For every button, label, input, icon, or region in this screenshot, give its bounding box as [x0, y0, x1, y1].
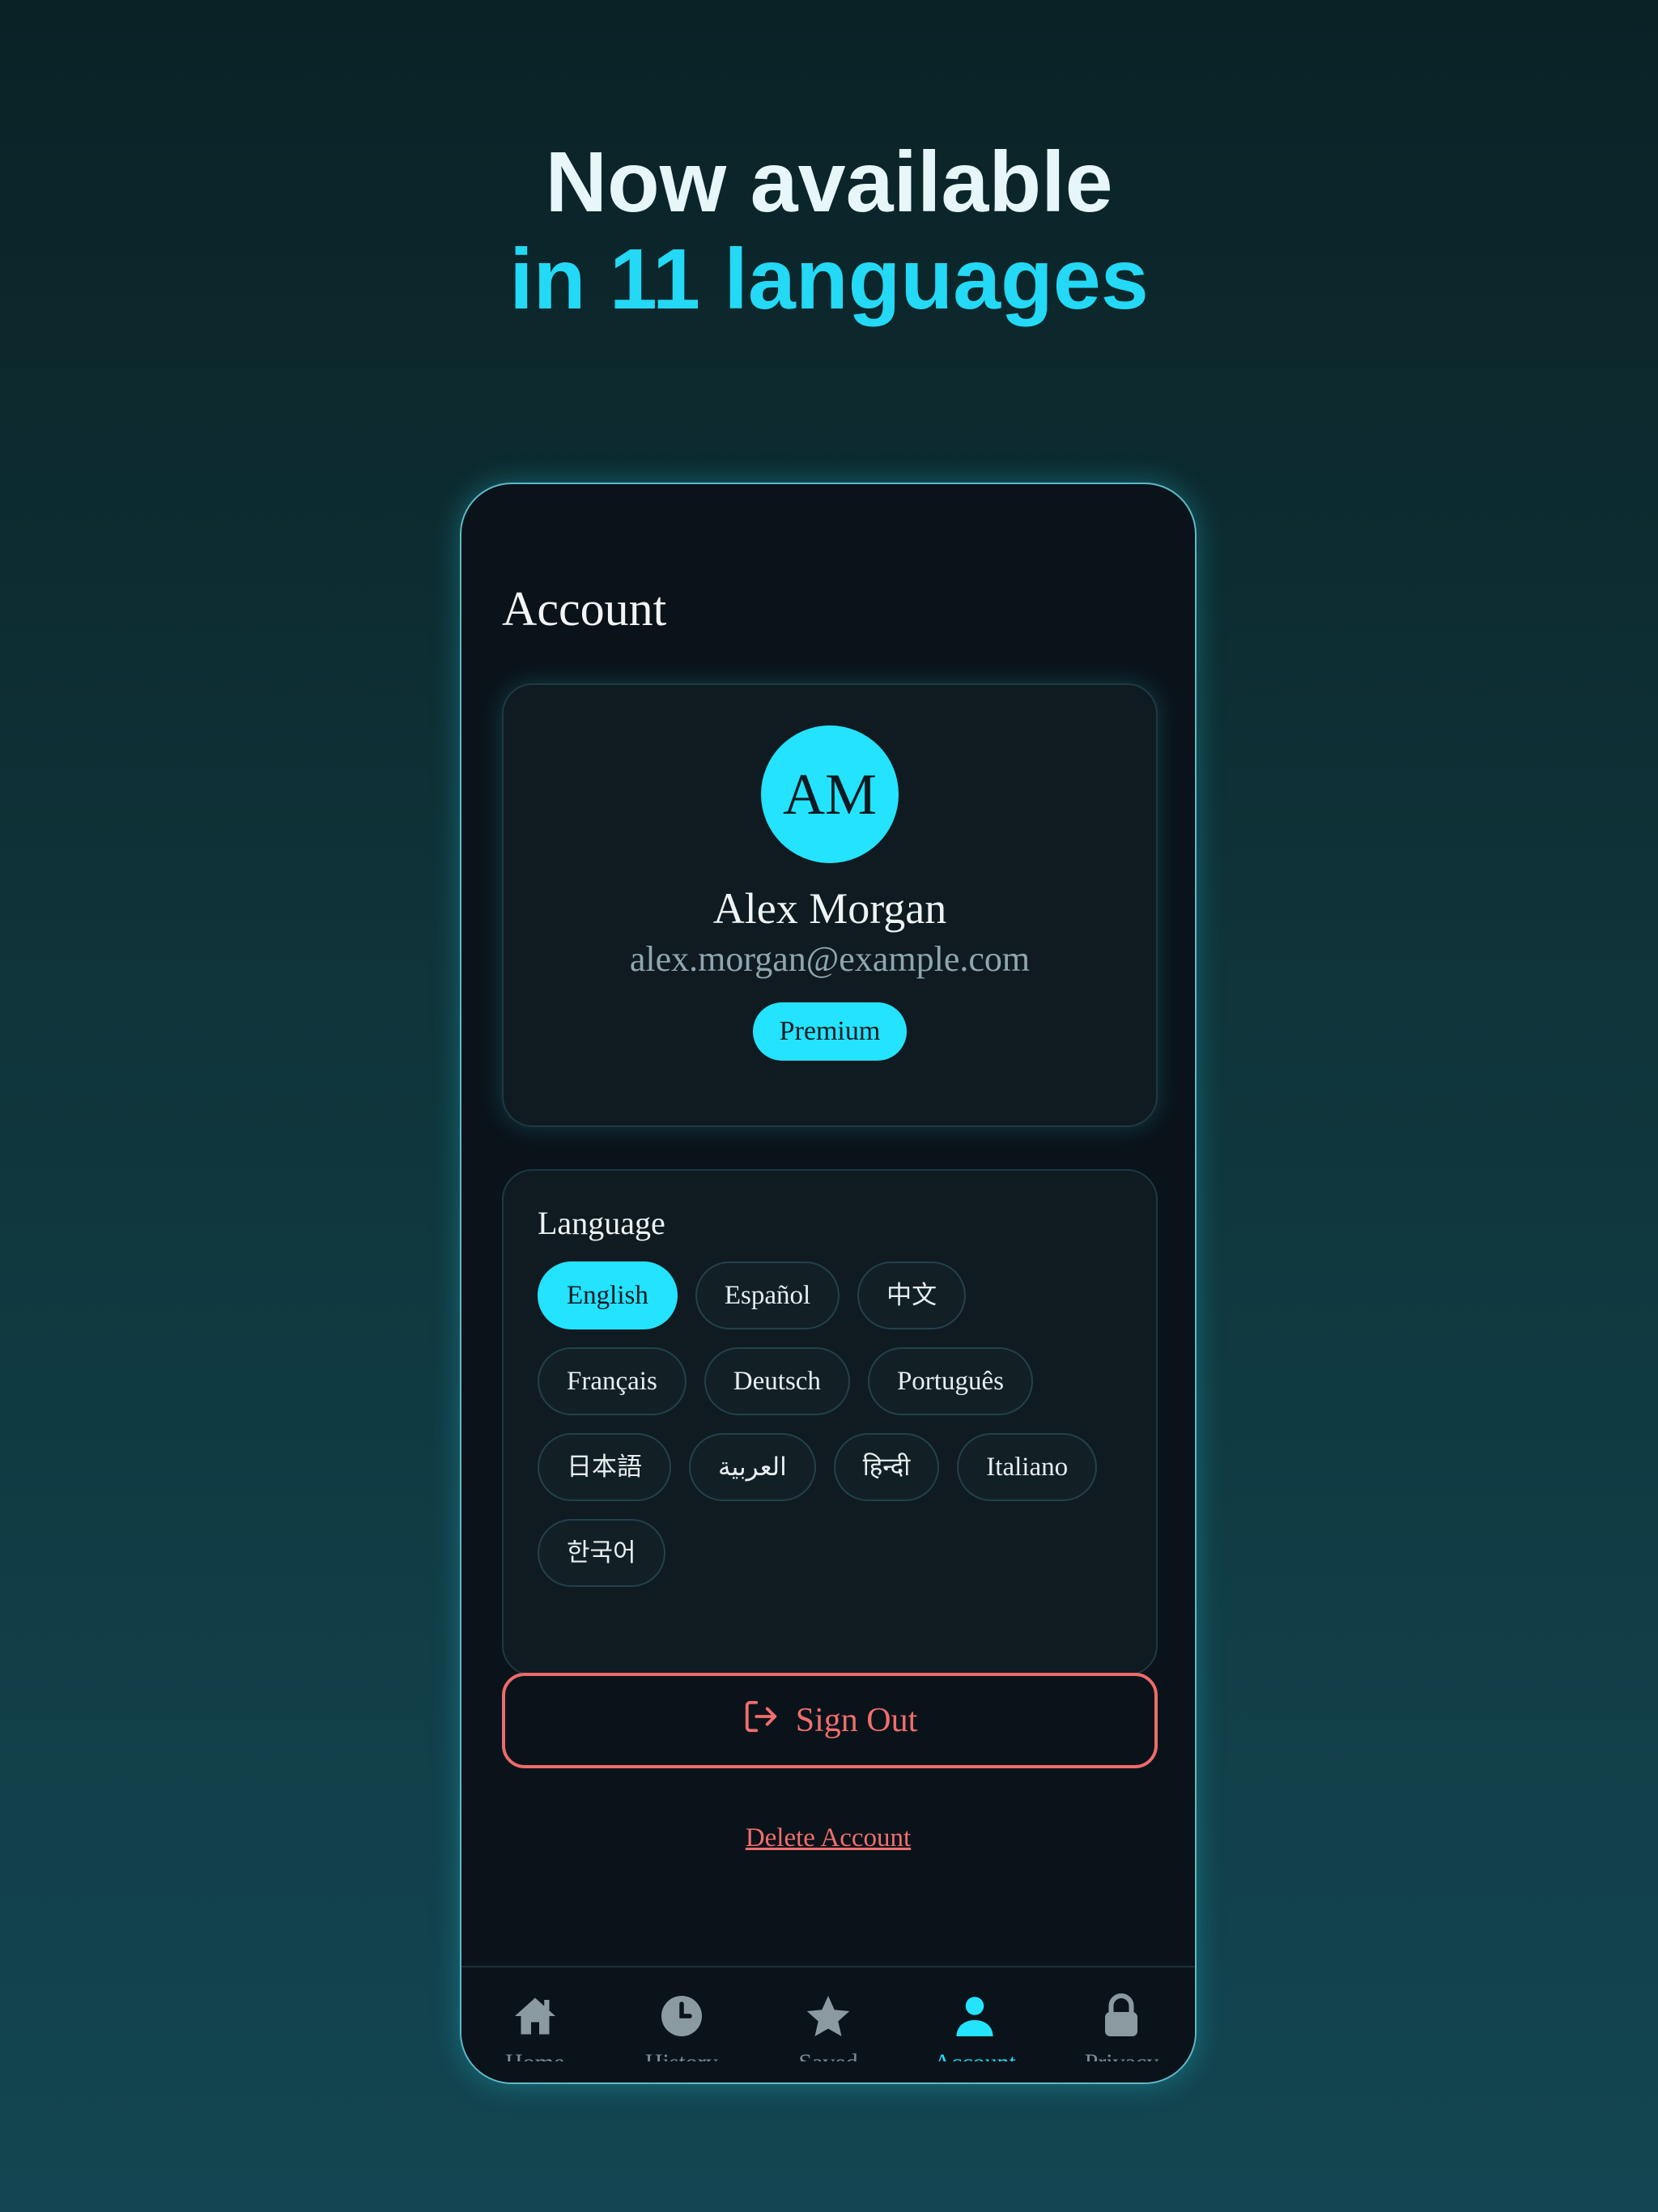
user-email: alex.morgan@example.com: [629, 939, 1031, 979]
tab-history[interactable]: History: [608, 1967, 755, 2082]
delete-account-link[interactable]: Delete Account: [461, 1823, 1195, 1853]
plan-badge: Premium: [753, 1002, 907, 1061]
phone-frame: Account AM Alex Morgan alex.morgan@examp…: [460, 483, 1197, 2084]
language-chip-french[interactable]: Français: [538, 1347, 687, 1415]
person-icon: [956, 1997, 993, 2036]
user-name: Alex Morgan: [712, 884, 947, 933]
language-chip-chinese[interactable]: 中文: [857, 1261, 967, 1329]
tab-saved[interactable]: Saved: [755, 1967, 901, 2082]
tab-home[interactable]: Home: [461, 1967, 608, 2082]
avatar: AM: [761, 725, 899, 863]
language-chip-italian[interactable]: Italiano: [957, 1433, 1098, 1501]
language-chip-hindi[interactable]: हिन्दी: [833, 1433, 940, 1501]
language-chip-arabic[interactable]: العربية: [689, 1433, 816, 1501]
tab-label-privacy: Privacy: [1048, 2047, 1195, 2061]
headline-line-1: Now available: [545, 134, 1113, 230]
bottom-tab-bar: Home History Saved: [461, 1966, 1195, 2082]
language-chip-german[interactable]: Deutsch: [704, 1347, 850, 1415]
sign-out-icon: [742, 1698, 780, 1744]
tab-label-saved: Saved: [755, 2047, 901, 2061]
tab-privacy[interactable]: Privacy: [1048, 1967, 1195, 2082]
language-chip-list: English Español 中文 Français Deutsch Port…: [538, 1261, 1137, 1605]
sign-out-button[interactable]: Sign Out: [502, 1673, 1158, 1768]
language-chip-english[interactable]: English: [538, 1261, 678, 1329]
tab-account[interactable]: Account: [902, 1967, 1048, 2082]
lock-icon: [1105, 1993, 1138, 2036]
language-chip-portuguese[interactable]: Português: [867, 1347, 1033, 1415]
language-card: Language English Español 中文 Français Deu…: [502, 1169, 1158, 1676]
sign-out-label: Sign Out: [795, 1702, 918, 1739]
language-chip-japanese[interactable]: 日本語: [538, 1433, 671, 1501]
headline-line-2: in 11 languages: [509, 232, 1149, 327]
page-title: Account: [502, 582, 667, 636]
promo-headline: Now available in 11 languages: [0, 134, 1658, 328]
tab-label-history: History: [608, 2047, 755, 2061]
clock-icon: [661, 1996, 702, 2036]
tab-label-account: Account: [902, 2047, 1048, 2061]
language-chip-korean[interactable]: 한국어: [538, 1519, 665, 1587]
profile-card: AM Alex Morgan alex.morgan@example.com P…: [502, 683, 1158, 1127]
star-icon: [806, 1996, 850, 2036]
home-icon: [514, 1997, 555, 2035]
language-chip-spanish[interactable]: Español: [695, 1261, 840, 1329]
tab-label-home: Home: [461, 2047, 608, 2061]
language-section-title: Language: [538, 1205, 665, 1241]
